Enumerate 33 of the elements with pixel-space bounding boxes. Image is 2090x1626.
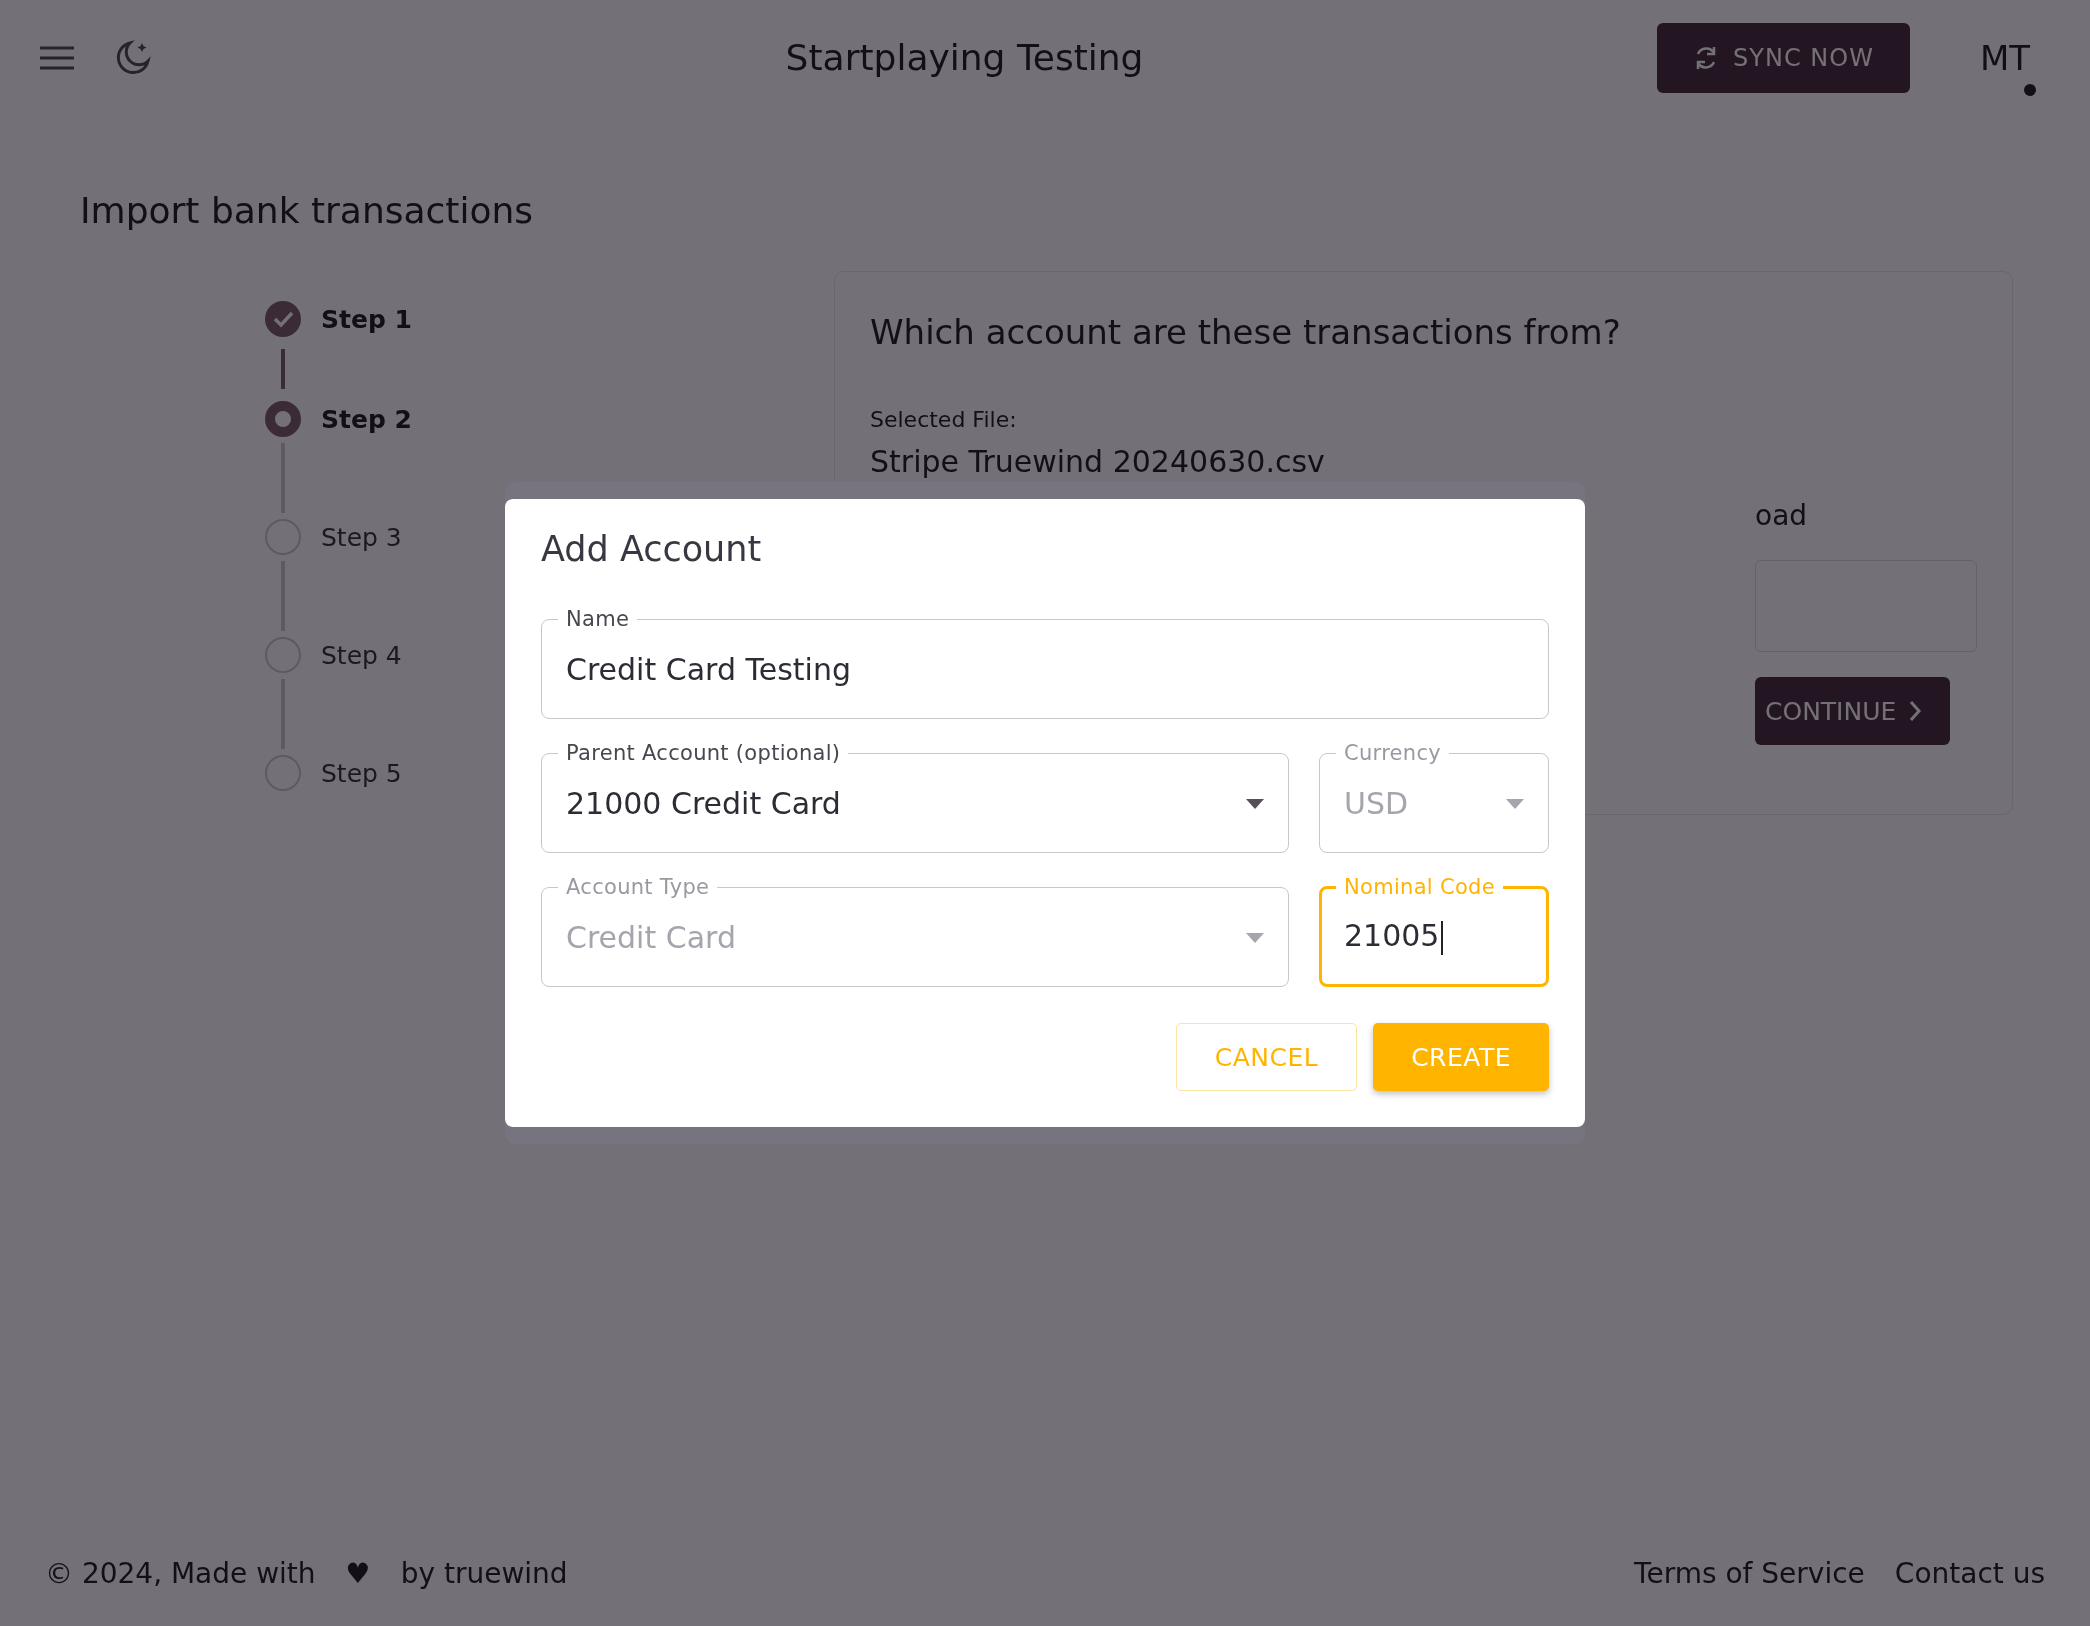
- sync-button[interactable]: SYNC NOW: [1657, 22, 1910, 93]
- step-label: Step 2: [321, 404, 412, 434]
- select-field[interactable]: Parent Account (optional) 21000 Credit Card: [541, 741, 1289, 853]
- step-label: Step 4: [321, 640, 402, 670]
- step-label: Step 5: [321, 758, 402, 788]
- menu-icon[interactable]: [40, 44, 74, 71]
- panel-question: Which account are these transactions from?: [870, 312, 1622, 352]
- footer-link[interactable]: Terms of Service: [1634, 1557, 1865, 1590]
- step-label: Step 3: [321, 522, 402, 552]
- status-dot: [2024, 83, 2036, 96]
- footer-link[interactable]: Contact us: [1894, 1557, 2045, 1590]
- chevron-right-icon: [1908, 700, 1923, 722]
- input-field[interactable]: Nominal Code 21005: [1319, 875, 1549, 987]
- made-by-text: by truewind: [400, 1557, 568, 1590]
- card-title: Import bank transactions: [80, 190, 535, 231]
- input-field[interactable]: Name Credit Card Testing: [541, 607, 1549, 719]
- moon-icon[interactable]: [114, 38, 152, 77]
- dropdown-arrow-icon: [1506, 798, 1524, 809]
- app-title: Startplaying Testing: [784, 37, 1145, 78]
- copyright-text: © 2024, Made with: [45, 1557, 316, 1590]
- field-label: oad: [1755, 499, 1808, 532]
- check-circle-icon: [265, 301, 301, 337]
- file-label: Selected File:: [870, 407, 1018, 432]
- step-connector: [281, 349, 285, 389]
- step-label: Step 1: [321, 304, 412, 334]
- dropdown-arrow-icon: [1246, 798, 1264, 809]
- dropdown-arrow-icon: [1246, 932, 1264, 943]
- continue-button[interactable]: CONTINUE: [1755, 677, 1951, 745]
- file-name: Stripe Truewind 20240630.csv: [870, 444, 1326, 479]
- user-avatar[interactable]: MT: [1979, 37, 2030, 78]
- heart-icon: ♥: [345, 1557, 371, 1590]
- ring-icon: [265, 401, 301, 437]
- dialog-title: Add Account: [541, 529, 763, 569]
